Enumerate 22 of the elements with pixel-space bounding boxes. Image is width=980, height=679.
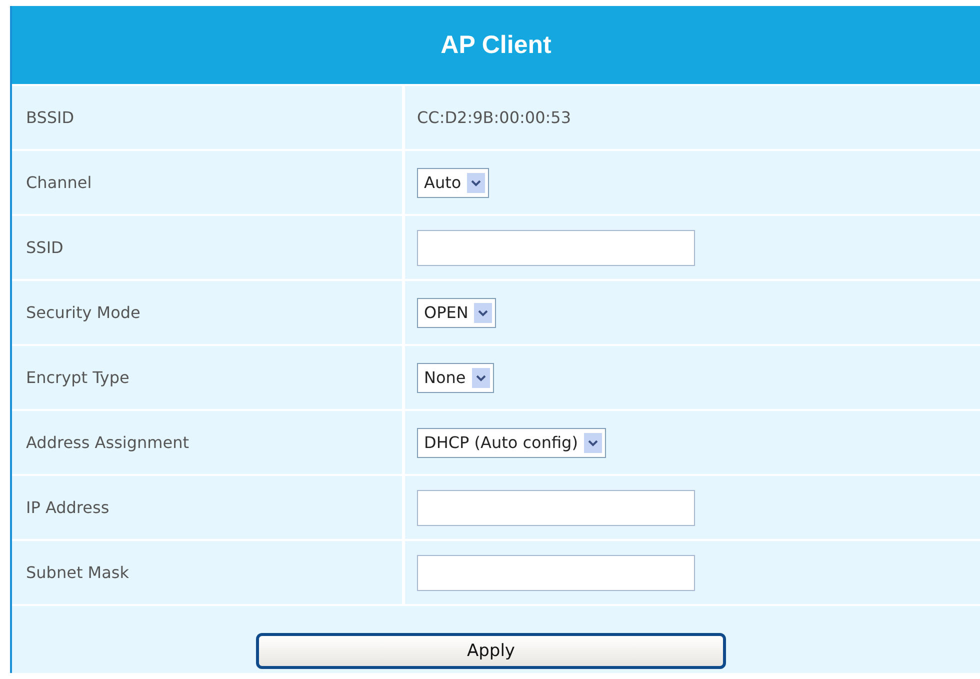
field-label: Address Assignment — [12, 411, 402, 474]
input-field[interactable] — [417, 490, 695, 526]
dropdown[interactable]: OPEN — [417, 298, 496, 328]
field-label: Encrypt Type — [12, 346, 402, 409]
apply-button[interactable]: Apply — [256, 633, 726, 669]
field-label: Channel — [12, 151, 402, 214]
dropdown[interactable]: Auto — [417, 168, 490, 198]
dropdown[interactable]: None — [417, 362, 494, 392]
chevron-down-icon — [467, 172, 486, 192]
chevron-down-icon — [472, 368, 490, 388]
panel-title: AP Client — [440, 30, 552, 60]
field-label: IP Address — [12, 476, 402, 539]
chevron-down-icon — [474, 302, 492, 322]
chevron-down-icon — [584, 432, 602, 452]
field-label: SSID — [12, 216, 402, 279]
field-label: Subnet Mask — [12, 541, 402, 604]
field-label: Security Mode — [12, 281, 402, 344]
input-field[interactable] — [417, 554, 695, 590]
field-label: BSSID — [12, 86, 402, 149]
dropdown[interactable]: DHCP (Auto config) — [417, 428, 606, 458]
field-value: CC:D2:9B:00:00:53 — [417, 108, 572, 127]
input-field[interactable] — [417, 230, 695, 266]
